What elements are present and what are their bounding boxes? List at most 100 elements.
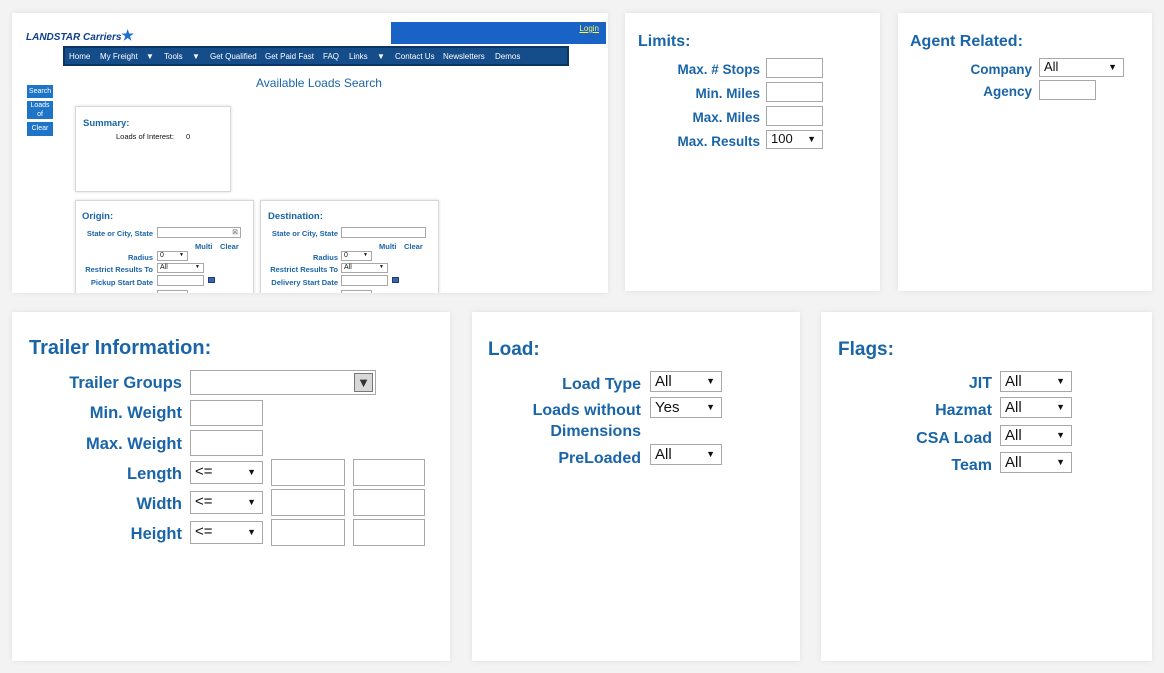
main-nav: Home My Freight ▼ Tools ▼ Get Qualified … — [63, 46, 569, 66]
nav-my-freight[interactable]: My Freight — [100, 52, 138, 61]
chevron-down-icon: ▼ — [179, 252, 184, 258]
preloaded-label: PreLoaded — [558, 450, 641, 467]
loads-without-value: Yes — [655, 399, 680, 416]
origin-clear-link[interactable]: Clear — [220, 242, 239, 251]
nav-get-paid-fast[interactable]: Get Paid Fast — [265, 52, 314, 61]
dimensions-label: Dimensions — [550, 423, 641, 440]
csa-load-label: CSA Load — [916, 430, 992, 447]
pickup-date-label: Pickup Start Date — [90, 278, 153, 287]
width-operator-value: <= — [195, 493, 213, 510]
chevron-down-icon[interactable]: ▼ — [377, 52, 385, 61]
team-select[interactable]: All ▼ — [1000, 452, 1072, 473]
nav-links[interactable]: Links — [349, 52, 368, 61]
origin-multi-link[interactable]: Multi — [195, 242, 213, 251]
max-stops-label: Max. # Stops — [677, 62, 760, 77]
calendar-icon[interactable] — [208, 277, 215, 283]
destination-restrict-select[interactable]: All ▼ — [341, 263, 388, 273]
limits-panel — [625, 13, 880, 291]
max-miles-input[interactable] — [766, 106, 823, 126]
nav-get-qualified[interactable]: Get Qualified — [210, 52, 257, 61]
destination-radius-select[interactable]: 0 ▼ — [341, 251, 372, 261]
hazmat-select[interactable]: All ▼ — [1000, 397, 1072, 418]
length-label: Length — [127, 465, 182, 483]
chevron-down-icon[interactable]: ▼ — [192, 52, 200, 61]
origin-state-input[interactable]: ⊠ — [157, 227, 241, 238]
loads-without-label: Loads without — [532, 402, 641, 419]
destination-radius-label: Radius — [312, 253, 338, 262]
load-type-label: Load Type — [562, 376, 641, 393]
destination-multi-link[interactable]: Multi — [379, 242, 397, 251]
min-miles-input[interactable] — [766, 82, 823, 102]
width-max-input[interactable] — [353, 489, 425, 516]
pickup-date-input[interactable] — [157, 275, 204, 286]
loads-of-interest-label: Loads of Interest: — [116, 132, 174, 141]
length-max-input[interactable] — [353, 459, 425, 486]
max-results-select[interactable]: 100 ▼ — [766, 130, 823, 149]
max-stops-input[interactable] — [766, 58, 823, 78]
side-clear-button[interactable]: Clear — [27, 122, 53, 136]
width-min-input[interactable] — [271, 489, 345, 516]
landstar-logo[interactable]: LANDSTAR Carriers★ — [26, 27, 134, 44]
chevron-down-icon[interactable]: ▼ — [146, 52, 154, 61]
min-weight-input[interactable] — [190, 400, 263, 426]
origin-radius-select[interactable]: 0 ▼ — [157, 251, 188, 261]
agent-heading: Agent Related: — [910, 33, 1023, 50]
max-weight-input[interactable] — [190, 430, 263, 456]
origin-restrict-select[interactable]: All ▼ — [157, 263, 204, 273]
height-min-input[interactable] — [271, 519, 345, 546]
delivery-date-extra[interactable] — [341, 290, 372, 293]
min-weight-label: Min. Weight — [89, 404, 182, 422]
agency-input[interactable] — [1039, 80, 1096, 100]
origin-radius-value: 0 — [160, 252, 164, 259]
chevron-down-icon: ▼ — [1056, 376, 1065, 386]
trailer-groups-select[interactable]: ▼ — [190, 370, 376, 395]
destination-restrict-value: All — [344, 264, 352, 271]
jit-select[interactable]: All ▼ — [1000, 371, 1072, 392]
chevron-down-icon[interactable]: ▼ — [354, 373, 373, 392]
destination-radius-value: 0 — [344, 252, 348, 259]
company-select[interactable]: All ▼ — [1039, 58, 1124, 77]
length-operator-select[interactable]: <= ▼ — [190, 461, 263, 484]
destination-restrict-label: Restrict Results To — [270, 265, 338, 274]
height-label: Height — [130, 525, 182, 543]
login-link[interactable]: Login — [579, 24, 599, 33]
height-max-input[interactable] — [353, 519, 425, 546]
destination-clear-link[interactable]: Clear — [404, 242, 423, 251]
width-operator-select[interactable]: <= ▼ — [190, 491, 263, 514]
nav-home[interactable]: Home — [69, 52, 90, 61]
calendar-icon[interactable] — [392, 277, 399, 283]
origin-restrict-label: Restrict Results To — [85, 265, 153, 274]
height-operator-value: <= — [195, 523, 213, 540]
nav-tools[interactable]: Tools — [164, 52, 183, 61]
nav-demos[interactable]: Demos — [495, 52, 520, 61]
flags-panel — [821, 312, 1152, 661]
delivery-date-input[interactable] — [341, 275, 388, 286]
nav-newsletters[interactable]: Newsletters — [443, 52, 485, 61]
origin-heading: Origin: — [82, 211, 114, 222]
chevron-down-icon: ▼ — [247, 467, 256, 477]
height-operator-select[interactable]: <= ▼ — [190, 521, 263, 544]
length-min-input[interactable] — [271, 459, 345, 486]
chevron-down-icon: ▼ — [1056, 430, 1065, 440]
trailer-panel — [12, 312, 450, 661]
login-bar: Login — [391, 22, 606, 44]
side-search-button[interactable]: Search — [27, 85, 53, 98]
max-miles-label: Max. Miles — [692, 110, 760, 125]
destination-state-label: State or City, State — [271, 229, 338, 238]
nav-faq[interactable]: FAQ — [323, 52, 339, 61]
company-value: All — [1044, 59, 1059, 74]
chevron-down-icon: ▼ — [1056, 402, 1065, 412]
loads-without-dimensions-select[interactable]: Yes ▼ — [650, 397, 722, 418]
clear-box-icon[interactable]: ⊠ — [232, 228, 238, 236]
pickup-date-extra[interactable] — [157, 290, 188, 293]
side-loads-button[interactable]: Loads of — [27, 101, 53, 119]
csa-load-select[interactable]: All ▼ — [1000, 425, 1072, 446]
chevron-down-icon: ▼ — [247, 527, 256, 537]
preloaded-select[interactable]: All ▼ — [650, 444, 722, 465]
chevron-down-icon: ▼ — [379, 264, 384, 270]
destination-state-input[interactable] — [341, 227, 426, 238]
nav-contact-us[interactable]: Contact Us — [395, 52, 435, 61]
star-icon: ★ — [121, 27, 134, 43]
landstar-logo-text: LANDSTAR Carriers — [26, 32, 122, 43]
load-type-select[interactable]: All ▼ — [650, 371, 722, 392]
